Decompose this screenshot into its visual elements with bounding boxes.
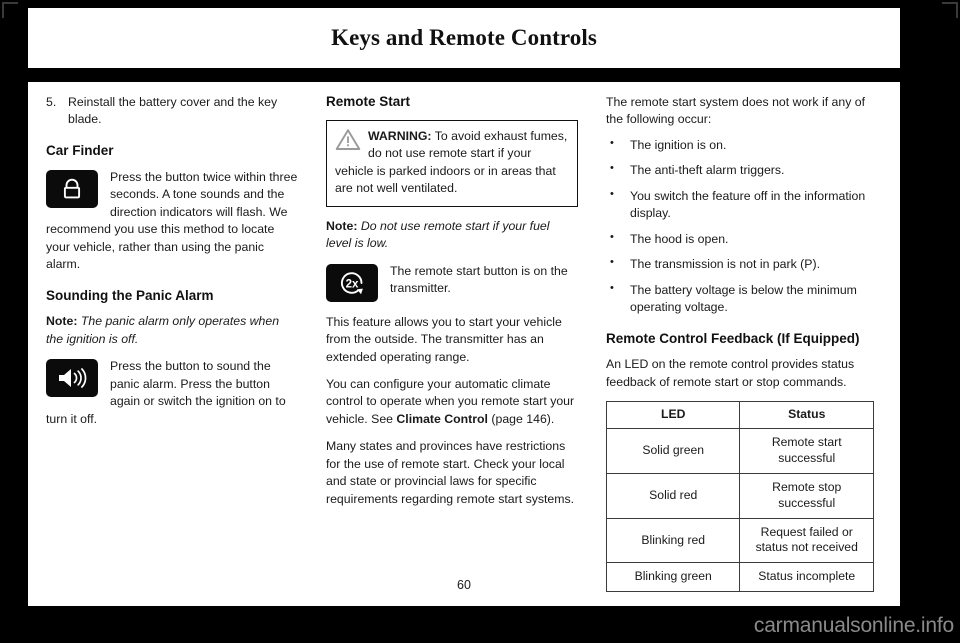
warning-triangle-icon <box>335 128 361 156</box>
table-row: Blinking red Request failed or status no… <box>605 517 874 564</box>
list-item: The anti-theft alarm triggers. <box>606 161 868 179</box>
note-text: The panic alarm only operates when the i… <box>46 314 280 346</box>
column-2: Remote Start WARNING: To avoid exhaust f… <box>326 94 592 556</box>
car-finder-block: Press the button twice within three seco… <box>46 169 298 274</box>
three-column-layout: 5. Reinstall the battery cover and the k… <box>46 94 882 593</box>
step-text: Reinstall the battery cover and the key … <box>68 95 278 127</box>
table-header-led: LED <box>605 401 741 430</box>
numbered-step: 5. Reinstall the battery cover and the k… <box>46 94 298 129</box>
table-cell-status: Remote stop successful <box>739 472 874 519</box>
lock-icon <box>46 169 98 208</box>
page-header: Keys and Remote Controls <box>28 8 900 68</box>
table-cell-status: Remote start successful <box>739 428 874 474</box>
table-header-status: Status <box>739 401 874 430</box>
watermark: carmanualsonline.info <box>753 614 954 637</box>
remote-start-note: Note: Do not use remote start if your fu… <box>326 218 578 253</box>
table-cell-led: Solid green <box>605 428 741 474</box>
page-content: 5. Reinstall the battery cover and the k… <box>28 82 900 606</box>
list-item: The ignition is on. <box>606 136 868 154</box>
led-status-table: LED Status Solid green Remote start succ… <box>605 401 874 593</box>
warning-text: WARNING: To avoid exhaust fumes, do not … <box>335 128 569 198</box>
table-cell-led: Blinking red <box>605 517 741 564</box>
note-label: Note: <box>46 314 78 329</box>
heading-car-finder: Car Finder <box>46 142 114 158</box>
speaker-icon <box>46 359 98 398</box>
table-row: Solid red Remote stop successful <box>605 472 874 519</box>
warning-box: WARNING: To avoid exhaust fumes, do not … <box>326 119 578 207</box>
remote-start-para-1: This feature allows you to start your ve… <box>326 314 562 364</box>
list-item: The battery voltage is below the minimum… <box>606 281 868 317</box>
manual-page: Keys and Remote Controls 5. Reinstall th… <box>0 0 960 643</box>
note-label: Note: <box>326 218 358 233</box>
para2-tail: (page 146). <box>487 411 555 426</box>
heading-remote-control-feedback: Remote Control Feedback (If Equipped) <box>606 330 860 346</box>
list-item: The hood is open. <box>606 230 868 248</box>
heading-panic-alarm: Sounding the Panic Alarm <box>46 287 214 303</box>
panic-alarm-note: Note: The panic alarm only operates when… <box>46 313 298 348</box>
remote-start-2x-label: 2x <box>346 278 359 290</box>
list-item: You switch the feature off in the inform… <box>606 187 868 223</box>
step-number: 5. <box>46 95 57 109</box>
page-title: Keys and Remote Controls <box>331 25 597 50</box>
panic-alarm-block: Press the button to sound the panic alar… <box>46 358 298 428</box>
conditions-intro: The remote start system does not work if… <box>606 95 866 127</box>
climate-control-reference[interactable]: Climate Control <box>396 412 488 426</box>
feedback-intro: An LED on the remote control provides st… <box>606 357 855 389</box>
table-header-row: LED Status <box>605 401 874 430</box>
table-cell-led: Solid red <box>605 472 741 519</box>
remote-start-para-2: You can configure your automatic climate… <box>326 376 578 428</box>
crop-mark-top-left <box>2 2 18 18</box>
table-cell-status: Request failed or status not received <box>739 517 874 564</box>
column-3: The remote start system does not work if… <box>605 94 882 593</box>
list-item: The transmission is not in park (P). <box>606 255 868 273</box>
conditions-list: The ignition is on. The anti-theft alarm… <box>606 136 868 317</box>
page-number: 60 <box>457 578 471 592</box>
remote-start-para-3: Many states and provinces have restricti… <box>326 439 575 506</box>
column-1: 5. Reinstall the battery cover and the k… <box>46 94 312 556</box>
table-row: Solid green Remote start successful <box>605 428 874 474</box>
warning-label: WARNING: <box>368 128 432 143</box>
remote-start-2x-icon: 2x <box>326 263 378 302</box>
crop-mark-top-right <box>942 2 958 18</box>
note-text: Do not use remote start if your fuel lev… <box>326 218 550 251</box>
remote-start-button-block: 2x The remote start button is on the tra… <box>326 263 578 304</box>
heading-remote-start: Remote Start <box>326 94 411 109</box>
